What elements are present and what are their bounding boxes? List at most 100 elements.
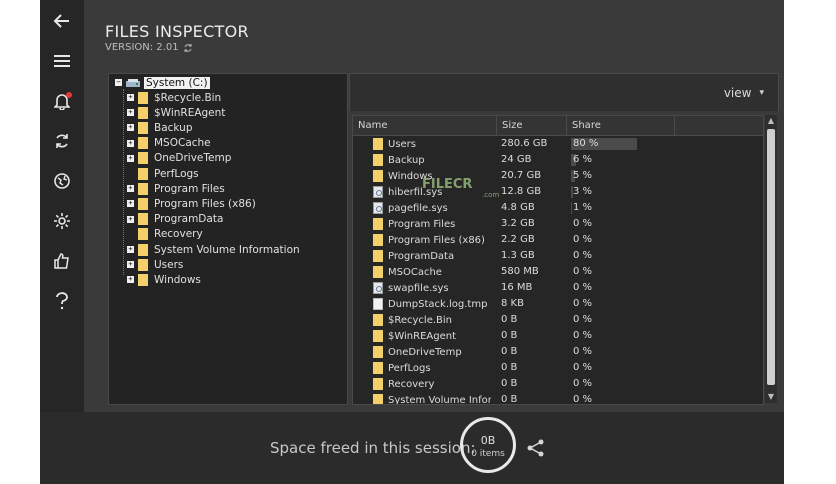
watermark: FILECR .com <box>422 177 499 199</box>
tree-item-label: Windows <box>154 273 201 286</box>
column-size[interactable]: Size <box>497 116 567 135</box>
share-text: 80 % <box>573 138 599 149</box>
scroll-thumb[interactable] <box>767 129 775 385</box>
table-row[interactable]: pagefile.sys 4.8 GB 1 % <box>353 200 763 216</box>
share-text: 0 % <box>573 218 593 229</box>
cell-size: 580 MB <box>501 266 539 277</box>
tree-item[interactable]: + Windows <box>127 272 201 287</box>
table-row[interactable]: Program Files (x86) 2.2 GB 0 % <box>353 232 763 248</box>
table-scrollbar[interactable]: ▲ ▼ <box>765 115 777 403</box>
system-file-icon <box>373 202 383 214</box>
tree-item[interactable]: Recovery <box>127 227 203 242</box>
table-row[interactable]: System Volume Infor... 0 B 0 % <box>353 392 763 404</box>
share-icon[interactable] <box>526 438 546 458</box>
share-text: 0 % <box>573 362 593 373</box>
notification-badge <box>66 92 72 98</box>
expand-toggle[interactable]: + <box>127 94 134 101</box>
folder-icon <box>373 314 383 326</box>
column-share[interactable]: Share <box>567 116 675 135</box>
tree-item[interactable]: + MSOCache <box>127 136 211 151</box>
folder-tree[interactable]: − System (C:) + $Recycle.Bin + $WinREAgent +… <box>108 73 348 405</box>
space-freed-value: 0B <box>480 434 496 447</box>
menu-button[interactable] <box>40 46 84 76</box>
expand-toggle[interactable]: + <box>127 154 134 162</box>
column-name[interactable]: Name <box>353 116 497 135</box>
table-row[interactable]: $Recycle.Bin 0 B 0 % <box>353 312 763 328</box>
table-row[interactable]: $WinREAgent 0 B 0 % <box>353 328 763 344</box>
folder-icon <box>138 273 148 286</box>
scroll-down-icon[interactable]: ▼ <box>765 391 777 403</box>
help-button[interactable] <box>40 286 84 316</box>
tree-item[interactable]: + $WinREAgent <box>127 105 225 120</box>
table-row[interactable]: Recovery 0 B 0 % <box>353 376 763 392</box>
cell-size: 0 B <box>501 378 518 389</box>
tree-item[interactable]: + ProgramData <box>127 212 223 227</box>
cell-size: 0 B <box>501 362 518 373</box>
table-row[interactable]: MSOCache 580 MB 0 % <box>353 264 763 280</box>
cell-share: 0 % <box>571 232 653 248</box>
tree-item[interactable]: + System Volume Information <box>127 242 300 257</box>
share-text: 6 % <box>573 154 593 165</box>
share-text: 5 % <box>573 170 593 181</box>
cell-size: 4.8 GB <box>501 202 535 213</box>
folder-icon <box>373 266 383 278</box>
table-row[interactable]: Backup 24 GB 6 % <box>353 152 763 168</box>
cell-name: DumpStack.log.tmp <box>373 296 491 312</box>
cell-name: $Recycle.Bin <box>373 312 491 328</box>
tree-item-label: $Recycle.Bin <box>154 91 222 104</box>
table-row[interactable]: hiberfil.sys 12.8 GB 3 % <box>353 184 763 200</box>
expand-toggle[interactable]: + <box>127 246 134 253</box>
table-row[interactable]: Program Files 3.2 GB 0 % <box>353 216 763 232</box>
expand-toggle[interactable]: + <box>127 139 134 147</box>
table-row[interactable]: swapfile.sys 16 MB 0 % <box>353 280 763 296</box>
cell-share: 5 % <box>571 168 653 184</box>
cell-share: 0 % <box>571 216 653 232</box>
tree-item[interactable]: + $Recycle.Bin <box>127 90 221 105</box>
table-row[interactable]: Windows 20.7 GB 5 % <box>353 168 763 184</box>
gear-icon <box>54 213 70 229</box>
tree-item-label: PerfLogs <box>154 167 199 180</box>
tree-item[interactable]: PerfLogs <box>127 166 199 181</box>
view-dropdown[interactable]: view ▾ <box>724 86 764 100</box>
tree-item[interactable]: + OneDriveTemp <box>127 151 231 166</box>
files-table[interactable]: Name Size Share Users 280.6 GB 80 % Backup 2… <box>352 115 764 405</box>
table-row[interactable]: DumpStack.log.tmp 8 KB 0 % <box>353 296 763 312</box>
collapse-toggle[interactable]: − <box>115 79 122 86</box>
folder-icon <box>138 167 148 180</box>
cell-share: 80 % <box>571 136 653 152</box>
tree-item[interactable]: + Users <box>127 257 183 272</box>
settings-button[interactable] <box>40 206 84 236</box>
folder-icon <box>138 228 148 241</box>
scroll-up-icon[interactable]: ▲ <box>765 115 777 127</box>
tree-item[interactable]: + Program Files <box>127 181 225 196</box>
table-row[interactable]: OneDriveTemp 0 B 0 % <box>353 344 763 360</box>
expand-toggle[interactable]: + <box>127 261 134 269</box>
update-check-icon[interactable] <box>183 43 193 53</box>
tree-item[interactable]: + Program Files (x86) <box>127 196 256 211</box>
tree-item[interactable]: + Backup <box>127 120 193 135</box>
items-count: 0 items <box>471 449 505 459</box>
refresh-button[interactable] <box>40 126 84 156</box>
expand-toggle[interactable]: + <box>127 215 134 223</box>
back-button[interactable] <box>40 6 84 36</box>
expand-toggle[interactable]: + <box>127 200 134 208</box>
file-icon <box>373 298 383 310</box>
table-row[interactable]: ProgramData 1.3 GB 0 % <box>353 248 763 264</box>
table-row[interactable]: PerfLogs 0 B 0 % <box>353 360 763 376</box>
drive-icon <box>126 78 140 88</box>
rate-button[interactable] <box>40 246 84 276</box>
share-text: 0 % <box>573 378 593 389</box>
folder-icon <box>373 218 383 230</box>
expand-toggle[interactable]: + <box>127 185 134 193</box>
notifications-button[interactable] <box>40 86 84 116</box>
tree-item-label: $WinREAgent <box>154 106 226 119</box>
tree-root[interactable]: − System (C:) <box>115 75 210 90</box>
expand-toggle[interactable]: + <box>127 109 134 117</box>
table-row[interactable]: Users 280.6 GB 80 % <box>353 136 763 152</box>
expand-toggle[interactable]: + <box>127 276 134 284</box>
expand-toggle[interactable]: + <box>127 124 134 132</box>
cell-share: 0 % <box>571 328 653 344</box>
cell-share: 0 % <box>571 248 653 264</box>
cell-size: 12.8 GB <box>501 186 542 197</box>
language-button[interactable] <box>40 166 84 196</box>
